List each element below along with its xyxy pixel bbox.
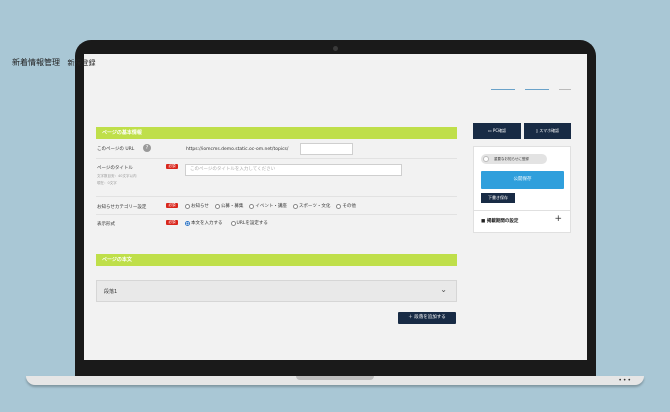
chevron-down-icon[interactable]: ⌄ <box>440 285 447 294</box>
laptop-notch <box>296 376 374 380</box>
radio-icon[interactable] <box>336 203 342 209</box>
add-paragraph-button[interactable]: ＋ 段落を追加する <box>398 312 456 324</box>
main-form: ページの基本情報 このページの URL ? https://iomcms.dem… <box>96 127 457 266</box>
radio-icon[interactable] <box>214 203 220 209</box>
publish-card: 重要なお知らせに登録 公開保存 下書き保存 ■ 掲載期間の設定 + <box>473 146 571 233</box>
page-title: 新着情報管理 新規登録 <box>12 57 96 68</box>
title-hint-length: 文字数目安：40文字以内 <box>97 174 137 178</box>
radio-icon[interactable] <box>249 203 255 209</box>
category-label: お知らせカテゴリー設定 <box>97 205 147 210</box>
top-nav-link[interactable] <box>525 89 549 90</box>
title-row: ページのタイトル 文字数目安：40文字以内 現在：0文字 必須 このページのタイ… <box>96 159 457 197</box>
display-option-url[interactable]: URLを設定する <box>230 220 268 226</box>
toggle-knob[interactable] <box>483 156 489 162</box>
title-hint-count: 現在：0文字 <box>97 181 117 185</box>
title-input[interactable]: このページのタイトルを入力してください <box>185 164 402 176</box>
url-input[interactable] <box>300 143 353 155</box>
laptop-base: ••• <box>26 376 644 385</box>
display-option-text[interactable]: 本文を入力する <box>185 220 223 226</box>
status-dots-icon: ••• <box>618 377 632 384</box>
divider <box>474 210 570 211</box>
category-option[interactable]: スポーツ・文化 <box>292 203 330 209</box>
page-title-sub: 新規登録 <box>67 59 96 67</box>
important-toggle[interactable]: 重要なお知らせに登録 <box>481 154 547 164</box>
top-nav-links <box>491 89 571 90</box>
radio-icon[interactable] <box>230 220 236 226</box>
period-setting-label[interactable]: ■ 掲載期間の設定 <box>481 218 518 224</box>
section-header-body: ページの本文 <box>96 254 457 266</box>
required-badge: 必須 <box>166 164 178 169</box>
top-bar <box>84 54 587 96</box>
page-title-main: 新着情報管理 <box>12 58 60 67</box>
phone-preview-button[interactable]: ▯ スマホ確認 <box>524 123 571 139</box>
title-label: ページのタイトル <box>97 166 133 171</box>
radio-icon[interactable] <box>185 203 190 209</box>
display-row: 表示形式 必須 本文を入力する URLを設定する <box>96 215 457 233</box>
camera-icon <box>333 46 338 51</box>
category-option[interactable]: その他 <box>336 203 356 209</box>
display-options: 本文を入力する URLを設定する <box>185 220 268 226</box>
laptop-bezel-bottom <box>75 360 596 376</box>
pc-preview-button[interactable]: ▭ PC確認 <box>473 123 521 139</box>
url-row: このページの URL ? https://iomcms.demo.static.… <box>96 139 457 159</box>
top-nav-link[interactable] <box>559 89 571 90</box>
required-badge: 必須 <box>166 220 178 225</box>
category-option[interactable]: イベント・講座 <box>249 203 287 209</box>
category-row: お知らせカテゴリー設定 必須 お知らせ 公募・募集 イベント・講座 スポーツ・文… <box>96 197 457 215</box>
draft-save-button[interactable]: 下書き保存 <box>481 193 515 203</box>
help-icon[interactable]: ? <box>143 144 151 152</box>
radio-selected-icon[interactable] <box>185 220 190 226</box>
paragraph-label: 段落1 <box>104 289 118 295</box>
section-header-basic-info: ページの基本情報 <box>96 127 457 139</box>
plus-icon[interactable]: + <box>554 214 562 224</box>
publish-button[interactable]: 公開保存 <box>481 171 564 189</box>
category-options: お知らせ 公募・募集 イベント・講座 スポーツ・文化 その他 <box>185 203 356 209</box>
url-label: このページの URL <box>97 147 135 152</box>
radio-icon[interactable] <box>292 203 298 209</box>
required-badge: 必須 <box>166 203 178 208</box>
url-prefix: https://iomcms.demo.static.oc-om.net/top… <box>186 147 289 152</box>
top-nav-link[interactable] <box>491 89 515 90</box>
paragraph-accordion[interactable]: 段落1 ⌄ <box>96 280 457 302</box>
category-option[interactable]: お知らせ <box>185 203 209 209</box>
display-label: 表示形式 <box>97 222 115 227</box>
category-option[interactable]: 公募・募集 <box>214 203 243 209</box>
